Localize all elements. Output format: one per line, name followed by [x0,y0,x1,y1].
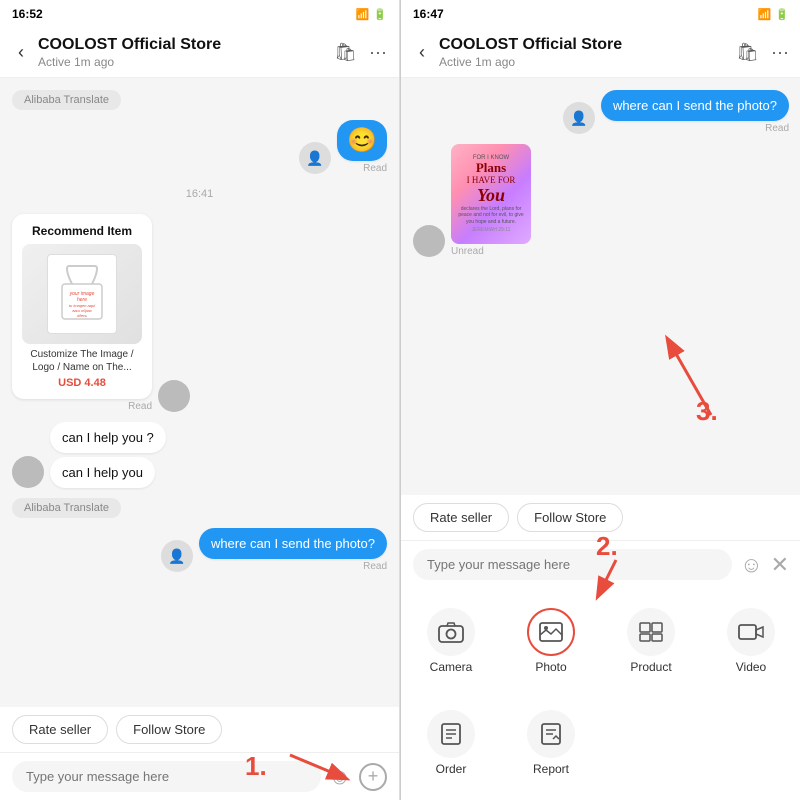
report-button[interactable]: Report [501,698,601,788]
message-input-left[interactable] [12,761,321,792]
flower-image: FOR I KNOW Plans I HAVE FOR You declares… [451,144,531,244]
video-button[interactable]: Video [701,596,800,686]
status-bar-left: 16:52 📶 🔋 [0,0,399,28]
header-actions-right: 🛍 ··· [736,42,789,63]
photo-button[interactable]: Photo [501,596,601,686]
bag-svg: your image here tu imagen aqui ваш образ… [57,264,107,324]
user-msg-row-left: where can I send the photo? Read 👤 [12,528,387,572]
camera-icon [438,621,464,643]
bottom-actions-right: Rate seller Follow Store [401,495,800,540]
sys-bubble-2: can I help you [50,457,155,488]
recommend-image: your image here tu imagen aqui ваш образ… [22,244,142,344]
video-icon [738,621,764,643]
more-icon-right[interactable]: ··· [771,42,789,63]
report-icon [539,722,563,746]
grid-actions-row1: Camera Photo [401,588,800,694]
video-icon-box [727,608,775,656]
header-right: ‹ COOLOST Official Store Active 1m ago 🛍… [401,28,800,78]
order-button[interactable]: Order [401,698,501,788]
chat-area-right: where can I send the photo? Read 👤 FOR I… [401,78,800,495]
svg-text:здесь: здесь [76,313,87,318]
rate-seller-button-right[interactable]: Rate seller [413,503,509,532]
emoji-icon-left[interactable]: ☺ [329,764,351,790]
close-icon-right[interactable]: ✕ [771,552,789,578]
recommend-desc: Customize The Image / Logo / Name on The… [22,348,142,374]
avatar-user: 👤 [299,142,331,174]
order-icon-box [427,710,475,758]
store-title-right: COOLOST Official Store [439,36,728,54]
sys-bubble-1: can I help you ? [50,422,166,453]
report-label: Report [533,762,569,776]
product-button[interactable]: Product [601,596,701,686]
read-label-card: Read [12,401,152,412]
store-info-right: COOLOST Official Store Active 1m ago [439,36,728,69]
input-row-left: ☺ + [0,752,399,800]
timestamp-1641: 16:41 [12,188,387,200]
time-left: 16:52 [12,7,43,21]
read-label-user: Read [363,561,387,572]
follow-store-button-left[interactable]: Follow Store [116,715,222,744]
header-actions-left: 🛍 ··· [334,42,387,63]
product-label: Product [630,660,671,674]
chat-area-left: Alibaba Translate 😊 Read 👤 16:41 Recomme… [0,78,399,707]
status-icons-left: 📶 🔋 [356,8,387,21]
translate-badge-1: Alibaba Translate [12,90,121,110]
store-subtitle-right: Active 1m ago [439,55,728,69]
message-input-right[interactable] [413,549,732,580]
avatar-user-right: 👤 [563,102,595,134]
avatar-user-2: 👤 [161,540,193,572]
back-button-left[interactable]: ‹ [12,40,30,65]
user-bubble-left: where can I send the photo? [199,528,387,559]
product-icon [638,621,664,643]
status-bar-right: 16:47 📶 🔋 [401,0,800,28]
store-icon-left[interactable]: 🛍 [334,42,357,63]
read-label-emoji: Read [363,163,387,174]
emoji-icon-right[interactable]: ☺ [740,552,762,578]
time-right: 16:47 [413,7,444,21]
photo-icon [538,621,564,643]
recommend-card: Recommend Item your image [12,214,152,399]
read-label-right: Read [765,123,789,134]
more-icon-left[interactable]: ··· [369,42,387,63]
avatar-store [158,380,190,412]
camera-label: Camera [430,660,473,674]
photo-label: Photo [535,660,566,674]
camera-button[interactable]: Camera [401,596,501,686]
store-title-left: COOLOST Official Store [38,36,326,54]
store-subtitle-left: Active 1m ago [38,55,326,69]
emoji-msg-row: 😊 Read 👤 [12,120,387,174]
order-icon [439,722,463,746]
grid-actions-row2: Order Report [401,694,800,800]
video-label: Video [736,660,766,674]
photo-icon-box [527,608,575,656]
store-info-left: COOLOST Official Store Active 1m ago [38,36,326,69]
user-msg-row-right: where can I send the photo? Read 👤 [413,90,789,134]
product-icon-box [627,608,675,656]
input-row-right: ☺ ✕ [401,540,800,588]
emoji-bubble: 😊 [337,120,387,161]
follow-store-button-right[interactable]: Follow Store [517,503,623,532]
store-icon-right[interactable]: 🛍 [736,42,759,63]
camera-icon-box [427,608,475,656]
rate-seller-button-left[interactable]: Rate seller [12,715,108,744]
order-label: Order [436,762,467,776]
unread-label: Unread [451,246,531,257]
recommend-title: Recommend Item [22,224,142,238]
header-left: ‹ COOLOST Official Store Active 1m ago 🛍… [0,28,399,78]
avatar-store-right [413,225,445,257]
recommend-price: USD 4.48 [22,377,142,389]
bottom-actions-left: Rate seller Follow Store [0,707,399,752]
report-icon-box [527,710,575,758]
recommend-card-row: Recommend Item your image [12,214,387,412]
user-bubble-right: where can I send the photo? [601,90,789,121]
sys-msg-row: can I help you ? can I help you [12,422,387,488]
plus-icon-left[interactable]: + [359,763,387,791]
avatar-store-2 [12,456,44,488]
translate-badge-2: Alibaba Translate [12,498,121,518]
back-button-right[interactable]: ‹ [413,40,431,65]
flower-msg-row: FOR I KNOW Plans I HAVE FOR You declares… [413,144,789,257]
sys-messages: can I help you ? can I help you [50,422,166,488]
status-icons-right: 📶 🔋 [758,8,789,21]
